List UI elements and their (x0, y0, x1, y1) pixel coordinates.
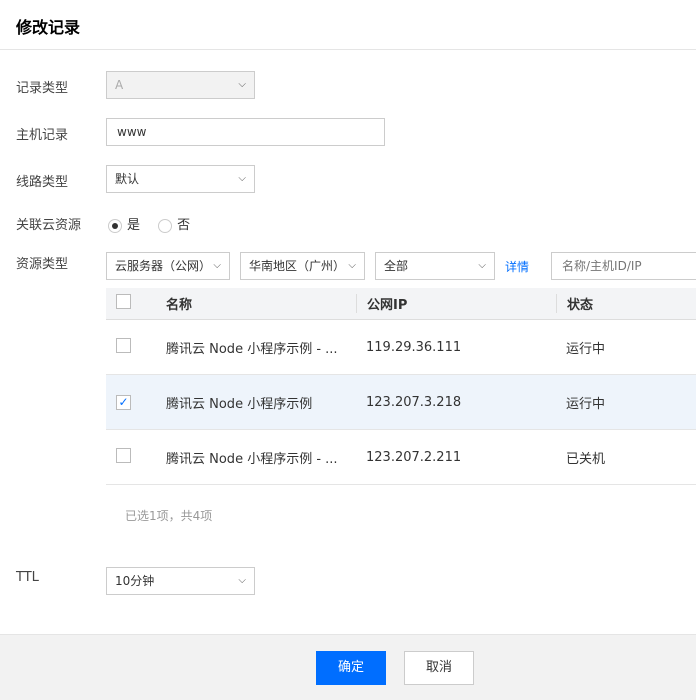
cancel-button[interactable]: 取消 (404, 651, 474, 685)
record-type-label: 记录类型 (16, 81, 69, 96)
search-input[interactable] (551, 252, 696, 280)
header-name: 名称 (166, 298, 193, 313)
record-type-value: A (115, 78, 124, 92)
ttl-label: TTL (16, 570, 39, 585)
select-all-checkbox[interactable] (116, 294, 131, 309)
scope-value: 全部 (384, 259, 409, 273)
region-value: 华南地区（广州） (249, 259, 346, 273)
chevron-down-icon: ⌵ (238, 173, 246, 184)
row-name: 腾讯云 Node 小程序示例 - ... (166, 451, 338, 467)
resource-type-value: 云服务器（公网） (115, 259, 212, 273)
chevron-down-icon: ⌵ (213, 260, 221, 271)
selection-summary: 已选1项，共4项 (125, 509, 213, 523)
table-row[interactable]: 腾讯云 Node 小程序示例 - ... 119.29.36.111 运行中 (106, 320, 696, 375)
header-status: 状态 (556, 294, 696, 313)
table-row[interactable]: ✓ 腾讯云 Node 小程序示例 123.207.3.218 运行中 (106, 375, 696, 430)
dialog-footer: 确定 取消 (0, 634, 696, 700)
row-checkbox[interactable] (116, 337, 131, 353)
line-select[interactable]: 默认 ⌵ (106, 165, 255, 193)
row-name: 腾讯云 Node 小程序示例 - ... (166, 341, 338, 357)
radio-yes-label: 是 (127, 218, 141, 233)
line-label: 线路类型 (16, 175, 69, 190)
radio-icon (158, 218, 173, 233)
radio-no-label: 否 (177, 218, 191, 233)
table-header: 名称 公网IP 状态 (106, 288, 696, 320)
row-status: 运行中 (566, 396, 606, 412)
radio-yes[interactable]: 是 (108, 218, 140, 233)
scope-select[interactable]: 全部 ⌵ (375, 252, 495, 280)
host-input[interactable]: www (106, 118, 385, 146)
row-ip: 123.207.2.211 (366, 449, 462, 465)
radio-icon (108, 218, 122, 233)
record-type-select: A ⌵ (106, 71, 255, 99)
row-checkbox-checked[interactable]: ✓ (116, 394, 131, 410)
row-ip: 123.207.3.218 (366, 394, 462, 410)
line-value: 默认 (115, 172, 140, 186)
chevron-down-icon: ⌵ (348, 260, 356, 271)
row-checkbox[interactable] (116, 447, 131, 463)
row-ip: 119.29.36.111 (366, 339, 462, 355)
resource-type-select[interactable]: 云服务器（公网） ⌵ (106, 252, 230, 280)
dialog-title: 修改记录 (0, 0, 696, 50)
host-label: 主机记录 (16, 128, 69, 143)
resource-label: 资源类型 (16, 257, 69, 272)
link-label: 关联云资源 (16, 218, 82, 233)
resource-table: 名称 公网IP 状态 腾讯云 Node 小程序示例 - ... 119.29.3… (106, 288, 696, 485)
row-status: 运行中 (566, 341, 606, 357)
region-select[interactable]: 华南地区（广州） ⌵ (240, 252, 365, 280)
radio-no[interactable]: 否 (158, 218, 190, 233)
detail-link[interactable]: 详情 (505, 258, 529, 275)
confirm-button[interactable]: 确定 (316, 651, 386, 685)
ttl-select[interactable]: 10分钟 ⌵ (106, 567, 255, 595)
chevron-down-icon: ⌵ (478, 260, 486, 271)
table-row[interactable]: 腾讯云 Node 小程序示例 - ... 123.207.2.211 已关机 (106, 430, 696, 485)
chevron-down-icon: ⌵ (238, 575, 246, 586)
chevron-down-icon: ⌵ (238, 79, 246, 90)
row-name: 腾讯云 Node 小程序示例 (166, 396, 313, 412)
ttl-value: 10分钟 (115, 574, 155, 588)
row-status: 已关机 (566, 451, 606, 467)
header-ip: 公网IP (356, 294, 556, 313)
